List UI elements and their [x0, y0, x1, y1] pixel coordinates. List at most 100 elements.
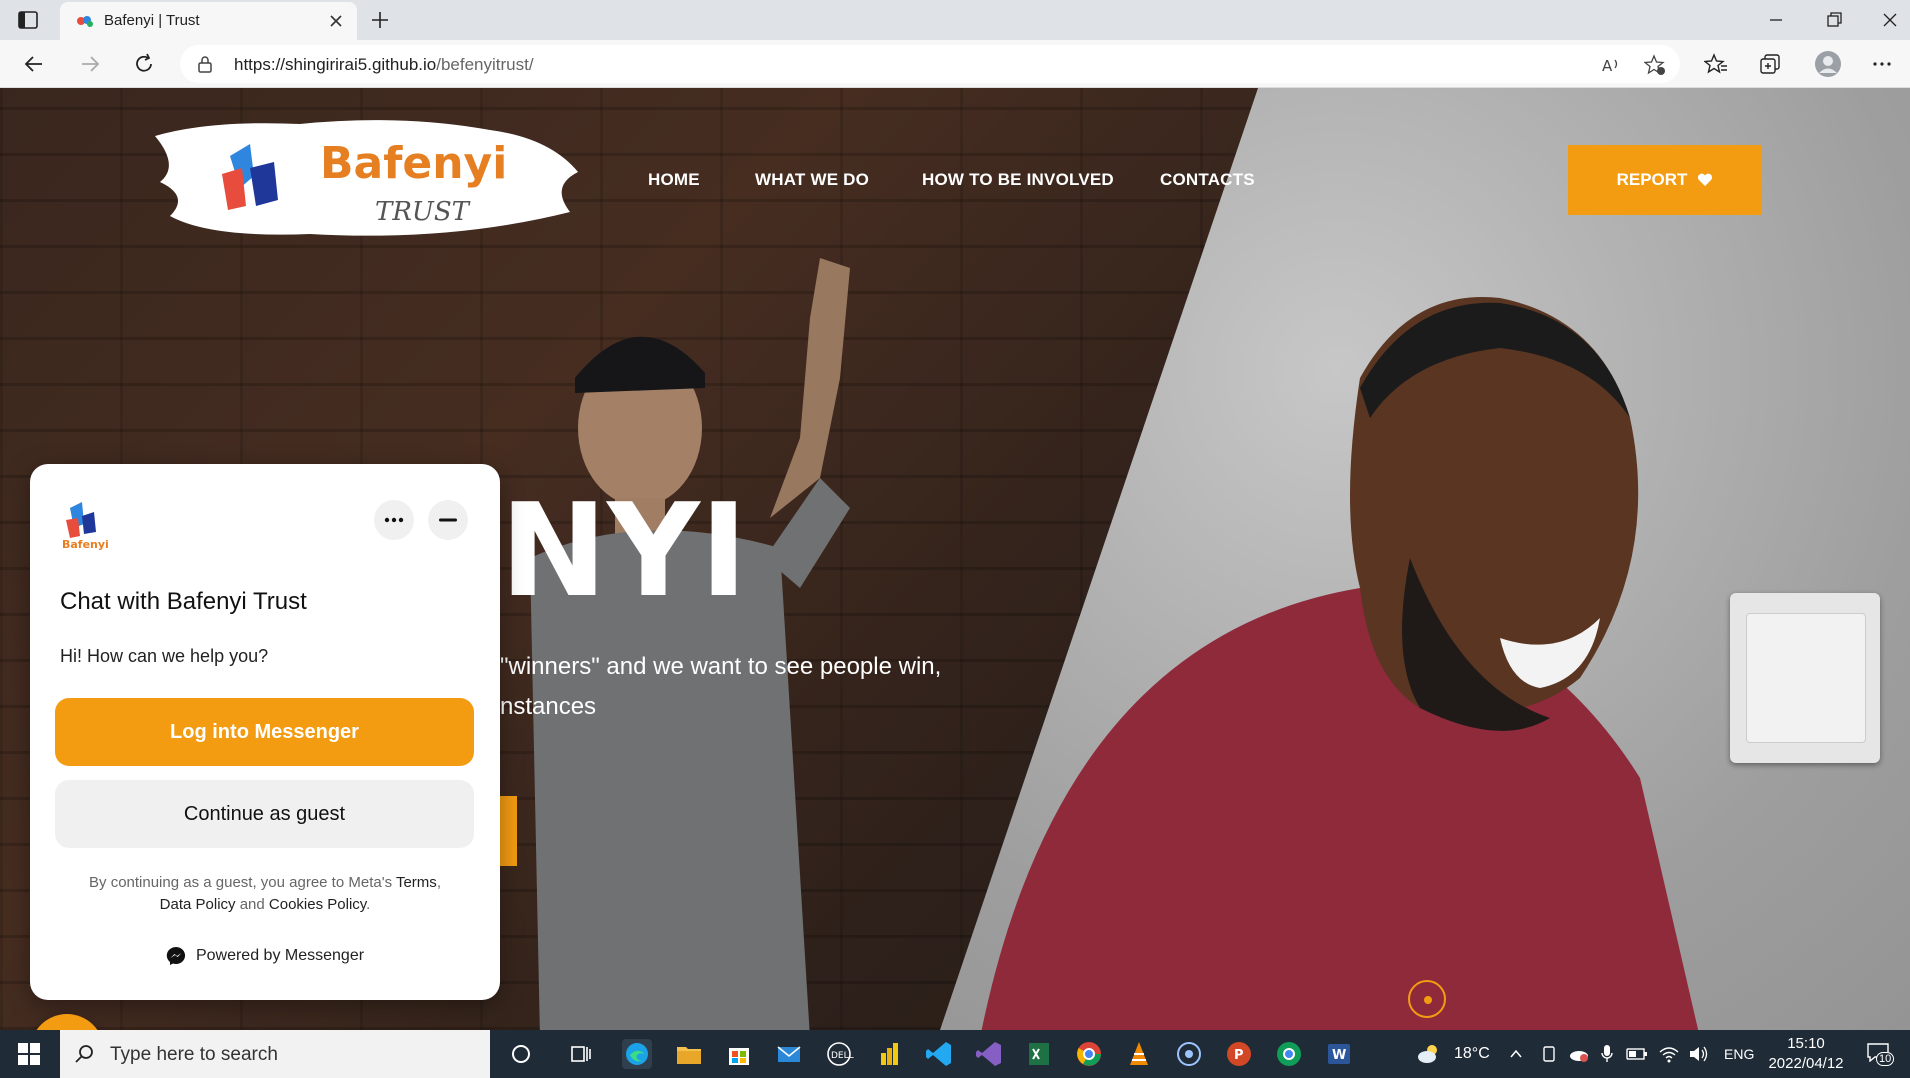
forward-icon[interactable]: [78, 52, 102, 76]
browser-toolbar: https://shingirirai5.github.io/befenyitr…: [0, 40, 1910, 88]
svg-text:P: P: [1234, 1048, 1244, 1063]
chrome-icon[interactable]: [1074, 1039, 1104, 1069]
minimize-window-icon[interactable]: [1764, 8, 1788, 32]
store-icon[interactable]: [724, 1039, 754, 1069]
hero-text-line-1: "winners" and we want to see people win,: [500, 653, 942, 680]
microphone-icon[interactable]: [1600, 1044, 1614, 1064]
word-icon[interactable]: W: [1324, 1039, 1354, 1069]
device-icon[interactable]: [1540, 1045, 1558, 1063]
url-main: https://shingirirai5.github.io: [234, 55, 437, 74]
hero-text-line-2: nstances: [500, 693, 597, 720]
volume-icon[interactable]: [1688, 1044, 1710, 1064]
chat-more-options-button[interactable]: [374, 500, 414, 540]
chrome-profile-icon[interactable]: [1274, 1039, 1304, 1069]
back-icon[interactable]: [22, 52, 46, 76]
chat-minimize-button[interactable]: [428, 500, 468, 540]
svg-text:W: W: [1332, 1048, 1346, 1063]
legal-prefix: By continuing as a guest, you agree to M…: [89, 874, 393, 891]
input-language[interactable]: ENG: [1724, 1046, 1754, 1062]
notification-count: 10: [1876, 1052, 1895, 1066]
log-into-messenger-button[interactable]: Log into Messenger: [55, 698, 474, 766]
web-page: Bafenyi TRUST HOME WHAT WE DO HOW TO BE …: [0, 88, 1910, 1030]
tab-title: Bafenyi | Trust: [104, 12, 200, 29]
url-text: https://shingirirai5.github.io/befenyitr…: [234, 55, 534, 75]
weather-icon[interactable]: [1414, 1039, 1444, 1069]
vlc-icon[interactable]: [1124, 1039, 1154, 1069]
slider-indicator[interactable]: [1408, 980, 1446, 1018]
nav-how-to-be-involved[interactable]: HOW TO BE INVOLVED: [922, 170, 1114, 190]
windows-taskbar: Type here to search DELL P W 18°C ENG 15…: [0, 1030, 1910, 1078]
lock-icon[interactable]: [196, 55, 214, 73]
onedrive-icon[interactable]: [1568, 1045, 1590, 1063]
powered-by-messenger: Powered by Messenger: [30, 946, 500, 966]
taskbar-search-box[interactable]: Type here to search: [60, 1030, 490, 1078]
clock-date: 2022/04/12: [1768, 1055, 1844, 1072]
continue-as-guest-button[interactable]: Continue as guest: [55, 780, 474, 848]
svg-text:Bafenyi: Bafenyi: [320, 138, 507, 189]
cookies-policy-link[interactable]: Cookies Policy: [269, 896, 366, 913]
address-bar[interactable]: https://shingirirai5.github.io/befenyitr…: [180, 45, 1680, 83]
restore-window-icon[interactable]: [1822, 8, 1846, 32]
minus-icon: [439, 518, 457, 522]
spreadsheet-app-icon[interactable]: [1024, 1039, 1054, 1069]
close-window-icon[interactable]: [1878, 8, 1902, 32]
messenger-icon: [166, 946, 185, 965]
report-button[interactable]: REPORT: [1568, 145, 1762, 215]
show-hidden-icons-icon[interactable]: [1508, 1046, 1524, 1062]
terms-link[interactable]: Terms: [396, 874, 437, 891]
notification-center[interactable]: 10: [1866, 1042, 1895, 1068]
add-favorite-icon[interactable]: [1644, 54, 1666, 76]
data-policy-link[interactable]: Data Policy: [160, 896, 236, 913]
power-bi-icon[interactable]: [874, 1039, 904, 1069]
system-clock[interactable]: 15:10 2022/04/12: [1764, 1034, 1848, 1074]
powered-label: Powered by Messenger: [195, 947, 365, 964]
task-view-icon[interactable]: [566, 1039, 596, 1069]
read-aloud-icon[interactable]: A: [1600, 54, 1622, 76]
socket-plate: [1746, 613, 1866, 743]
svg-text:TRUST: TRUST: [375, 197, 471, 227]
tab-actions-icon[interactable]: [16, 8, 40, 32]
chat-greeting: Hi! How can we help you?: [60, 646, 269, 666]
profile-avatar-icon[interactable]: [1814, 50, 1842, 78]
clock-time: 15:10: [1787, 1035, 1825, 1052]
dell-icon[interactable]: DELL: [824, 1039, 854, 1069]
windows-start-icon[interactable]: [18, 1043, 40, 1065]
temperature: 18°C: [1454, 1045, 1490, 1062]
visual-studio-icon[interactable]: [974, 1039, 1004, 1069]
wifi-icon[interactable]: [1658, 1044, 1680, 1064]
nav-home[interactable]: HOME: [648, 170, 700, 190]
close-tab-icon[interactable]: [327, 12, 345, 30]
powerpoint-icon[interactable]: P: [1224, 1039, 1254, 1069]
nav-what-we-do[interactable]: WHAT WE DO: [755, 170, 869, 190]
ellipsis-icon: [384, 517, 404, 523]
svg-text:Bafenyi: Bafenyi: [62, 538, 109, 551]
svg-text:DELL: DELL: [831, 1051, 854, 1061]
collections-icon[interactable]: [1758, 52, 1782, 76]
url-path: /befenyitrust/: [436, 55, 534, 74]
favorites-icon[interactable]: [1704, 52, 1728, 76]
battery-icon[interactable]: [1626, 1047, 1648, 1061]
cortana-icon[interactable]: [506, 1039, 536, 1069]
search-icon: [75, 1045, 93, 1063]
legal-and: and: [239, 896, 265, 913]
messenger-chat-panel: Bafenyi Chat with Bafenyi Trust Hi! How …: [30, 464, 500, 1000]
browser-tab-bar: Bafenyi | Trust: [0, 0, 1910, 40]
browser-tab[interactable]: Bafenyi | Trust: [60, 2, 357, 40]
edge-app-icon[interactable]: [622, 1039, 652, 1069]
bafenyi-chat-avatar: Bafenyi: [62, 502, 109, 551]
vscode-icon[interactable]: [924, 1039, 954, 1069]
report-label: REPORT: [1616, 170, 1688, 189]
nav-contacts[interactable]: CONTACTS: [1160, 170, 1255, 190]
heart-icon: [1698, 173, 1713, 186]
screen: Bafenyi | Trust https://shingirirai5.git…: [0, 0, 1910, 1078]
new-tab-icon[interactable]: [368, 8, 392, 32]
refresh-icon[interactable]: [132, 52, 156, 76]
mail-icon[interactable]: [774, 1039, 804, 1069]
wall-socket-image: [1730, 593, 1880, 763]
bafenyi-trust-logo[interactable]: Bafenyi TRUST: [150, 116, 580, 244]
recording-app-icon[interactable]: [1174, 1039, 1204, 1069]
hero-photo-volunteer-right: [981, 297, 1699, 1030]
more-options-icon[interactable]: [1870, 52, 1894, 76]
search-placeholder: Type here to search: [110, 1044, 278, 1065]
file-explorer-icon[interactable]: [674, 1039, 704, 1069]
